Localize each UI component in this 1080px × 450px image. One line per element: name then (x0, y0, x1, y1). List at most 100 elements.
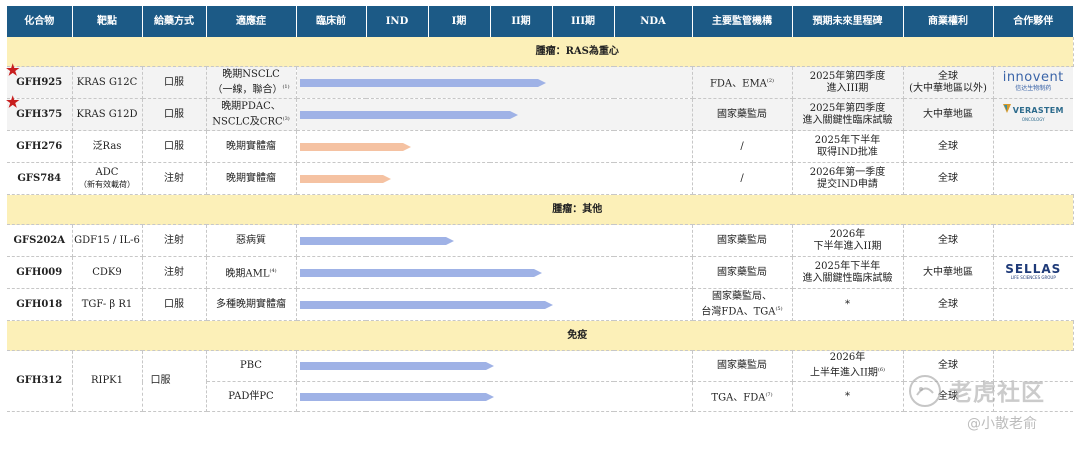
route-value: 注射 (164, 266, 184, 278)
indication-line2: NSCLC及CRC (212, 116, 283, 128)
indication-cell: 晚期實體瘤 (206, 162, 297, 195)
target-cell: ADC （新有效載荷） (72, 162, 143, 195)
target-name: 泛Ras (92, 140, 122, 152)
col-indication: 適應症 (206, 6, 297, 37)
compound-name: GFH375 (16, 108, 63, 120)
section-title: 腫瘤：其他 (552, 203, 603, 215)
milestone-cell: 2026年第一季度 提交IND申請 (792, 162, 904, 195)
progress-bar (299, 361, 494, 371)
compound-cell: GFH276 (7, 130, 73, 163)
section-title: 腫瘤：RAS為重心 (535, 45, 619, 57)
rights-cell: 大中華地區 (903, 98, 994, 131)
progress-arrow (299, 392, 494, 401)
route-value: 口服 (164, 76, 184, 88)
compound-name: GFH276 (16, 140, 63, 152)
milestone-cell: * (792, 288, 904, 321)
regulator-cell: 國家藥監局 (692, 224, 793, 257)
regulator-line2: 台灣FDA、TGA (701, 306, 776, 318)
target-name: ADC (95, 166, 119, 178)
drug-row: ★ GFH375 KRAS G12D 口服 晚期PDAC、 NSCLC及CRC(3) 國家藥… (6, 93, 1073, 131)
milestone-line2: 進入III期 (826, 82, 869, 94)
target-cell: 泛Ras (72, 130, 143, 163)
regulator-note: (2) (766, 77, 775, 84)
route-cell: 口服 (142, 288, 207, 321)
target-cell: CDK9 (72, 256, 143, 289)
target-cell: RIPK1 (72, 350, 143, 412)
progress-arrow-shape (299, 142, 411, 151)
indication-line1: 晚期PDAC、 (221, 100, 281, 112)
progress-cell (296, 288, 693, 321)
progress-arrow-shape (299, 236, 454, 245)
indication-cell: PBC (206, 350, 297, 382)
indication-note: (3) (282, 115, 290, 122)
progress-bar (299, 392, 494, 402)
route-cell: 注射 (142, 224, 207, 257)
col-ind: IND (366, 6, 429, 37)
regulator-cell: 國家藥監局、台灣FDA、TGA(5) (692, 288, 793, 321)
section-row: 免疫 (7, 320, 1074, 351)
regulator-cell: TGA、FDA(7) (692, 381, 793, 412)
regulator-value: 國家藥監局 (717, 360, 767, 371)
regulator-value: 國家藥監局、 (712, 290, 772, 302)
verastem-row: VERASTEM (1002, 104, 1064, 117)
target-cell: TGF- β R1 (72, 288, 143, 321)
target-cell: KRAS G12D (72, 98, 143, 131)
verastem-sub: ONCOLOGY (1021, 117, 1045, 122)
rights-line1: 全球 (938, 360, 958, 371)
rights-line1: 全球 (938, 298, 958, 310)
star-icon: ★ (6, 93, 20, 111)
watermark-sub: @小散老俞 (967, 416, 1037, 432)
regulator-cell: / (692, 162, 793, 195)
progress-arrow (299, 142, 411, 151)
indication-line1: PBC (240, 360, 262, 371)
section-row: 腫瘤：其他 (7, 194, 1074, 225)
partner-cell (993, 288, 1073, 321)
compound-name: GFH312 (16, 375, 63, 386)
milestone-cell: 2025年下半年 取得IND批准 (792, 130, 904, 163)
indication-line2: （一線，聯合） (212, 84, 283, 96)
regulator-note: (5) (775, 305, 783, 312)
target-name: GDF15 / IL-6 (74, 234, 140, 246)
rights-cell: 全球 (903, 350, 994, 382)
route-value: 注射 (164, 234, 184, 246)
col-target: 靶點 (72, 6, 143, 37)
progress-cell (296, 224, 693, 257)
partner-cell: VERASTEM ONCOLOGY (993, 98, 1073, 131)
drug-row: GFS784 ADC （新有效載荷） 注射 晚期實體瘤 / 2026年第一季度 提交IND申請… (7, 162, 1073, 195)
sellas-logo: SELLAS LIFE SCIENCES GROUP (1005, 263, 1061, 280)
milestone-cell: 2026年 下半年進入II期 (792, 224, 904, 257)
route-value: 口服 (150, 375, 171, 386)
progress-cell (296, 256, 693, 289)
progress-cell (296, 66, 693, 99)
milestone-line1: 2025年下半年 (814, 260, 881, 272)
milestone-line1: * (845, 298, 850, 310)
target-name: KRAS G12D (76, 108, 138, 120)
header-row: 化合物 靶點 給藥方式 適應症 臨床前 IND I期 II期 III期 NDA … (7, 6, 1073, 37)
compound-cell: GFS202A (7, 224, 73, 257)
progress-arrow-shape (299, 174, 391, 183)
section-cell: 腫瘤：其他 (7, 194, 1074, 225)
rights-cell: 大中華地區 (903, 256, 994, 289)
sellas-name: SELLAS (1005, 261, 1062, 276)
rights-cell: 全球 (903, 288, 994, 321)
sellas-sub: LIFE SCIENCES GROUP (1010, 274, 1056, 280)
route-value: 口服 (164, 140, 184, 152)
indication-line1: 晚期實體瘤 (226, 140, 276, 152)
milestone-line2: 進入關鍵性臨床試驗 (802, 272, 893, 284)
compound-cell: GFS784 (7, 162, 73, 195)
milestone-cell: 2026年 上半年進入II期(6) (792, 350, 904, 382)
route-cell: 注射 (142, 256, 207, 289)
col-preclinical: 臨床前 (296, 6, 367, 37)
indication-note: (1) (282, 83, 290, 90)
indication-cell: 晚期PDAC、 NSCLC及CRC(3) (206, 98, 297, 131)
rights-cell: 全球 (903, 162, 994, 195)
route-cell: 口服 (142, 66, 207, 99)
milestone-line1: 2025年下半年 (814, 134, 881, 146)
section-cell: 腫瘤：RAS為重心 (7, 37, 1074, 67)
progress-arrow-shape (299, 268, 542, 277)
milestone-line1: 2026年 (829, 352, 866, 364)
progress-arrow (299, 236, 454, 245)
regulator-cell: 國家藥監局 (692, 256, 793, 289)
regulator-value: 國家藥監局 (717, 108, 767, 120)
progress-arrow (299, 300, 553, 309)
